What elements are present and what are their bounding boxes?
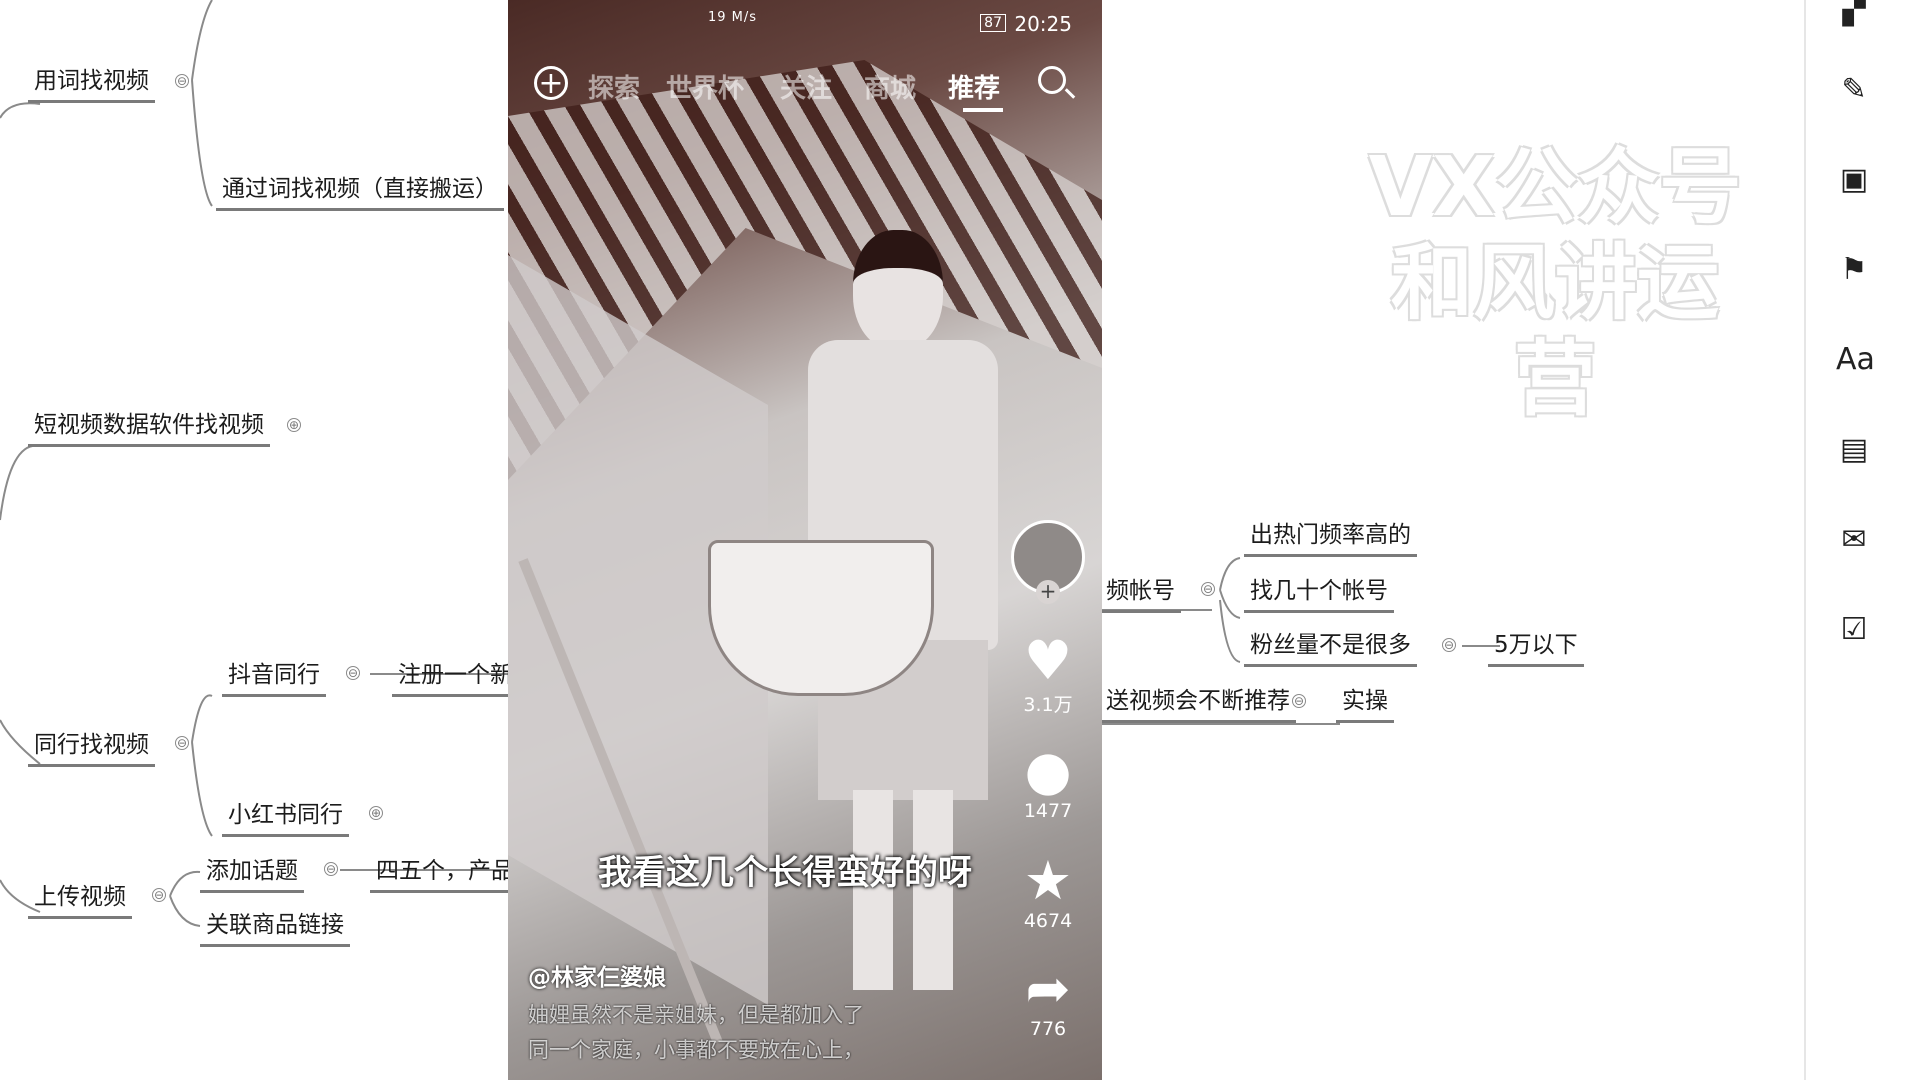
collapse-toggle-icon[interactable]: ⊖ (175, 74, 189, 88)
like-button[interactable]: ♥ 3.1万 (1008, 632, 1088, 717)
task-icon[interactable]: ☑ (1836, 612, 1872, 648)
node-practice[interactable]: 实操 (1336, 686, 1394, 723)
top-navigation: + 探索 世界杯 关注 商城 推荐 (508, 62, 1102, 112)
brush-icon[interactable]: ✎ (1836, 72, 1872, 108)
node-peer-find-video[interactable]: 同行找视频 (28, 730, 155, 767)
layout-icon[interactable]: ▞ (1836, 0, 1872, 28)
node-douyin-peer[interactable]: 抖音同行 (222, 660, 326, 697)
network-speed: 19 M/s (708, 10, 758, 25)
description-line-2: 同一个家庭，小事都不要放在心上， (528, 1038, 864, 1062)
comment-icon[interactable]: ● (1008, 742, 1088, 800)
tab-mall[interactable]: 商城 (864, 68, 916, 105)
collapse-toggle-icon[interactable]: ⊖ (324, 862, 338, 876)
search-icon[interactable] (1038, 66, 1066, 94)
collapse-toggle-icon[interactable]: ⊖ (346, 666, 360, 680)
comment-count: 1477 (1023, 800, 1073, 822)
node-fans-not-many[interactable]: 粉丝量不是很多 (1244, 630, 1417, 667)
collapse-toggle-icon[interactable]: ⊖ (1201, 582, 1215, 596)
watermark-line-1: VX公众号 (1368, 140, 1742, 235)
flag-icon[interactable]: ⚑ (1836, 252, 1872, 288)
tab-recommend[interactable]: 推荐 (948, 68, 1000, 105)
collapse-toggle-icon[interactable]: ⊖ (152, 888, 166, 902)
author-name[interactable]: @林家仨婆娘 (528, 958, 666, 992)
node-find-by-words-direct[interactable]: 通过词找视频（直接搬运） (216, 174, 504, 211)
expand-toggle-icon[interactable]: ⊕ (287, 418, 301, 432)
share-button[interactable]: ➦ 776 (1008, 960, 1088, 1041)
tab-following[interactable]: 关注 (780, 68, 832, 105)
video-description: 妯娌虽然不是亲姐妹，但是都加入了 同一个家庭，小事都不要放在心上， (528, 998, 864, 1068)
node-register-new[interactable]: 注册一个新 (392, 660, 519, 697)
collapse-toggle-icon[interactable]: ⊖ (1442, 638, 1456, 652)
like-count: 3.1万 (1023, 694, 1073, 716)
node-upload-video[interactable]: 上传视频 (28, 882, 132, 919)
watermark-line-2: 和风讲运营 (1390, 236, 1719, 427)
status-bar: 19 M/s 87 20:25 (508, 6, 1102, 40)
active-tab-indicator (963, 108, 1003, 112)
note-icon[interactable]: ▤ (1836, 432, 1872, 468)
comment-bubble-icon[interactable]: ✉ (1836, 522, 1872, 558)
node-link-product[interactable]: 关联商品链接 (200, 910, 350, 947)
status-time: 20:25 (1014, 12, 1072, 36)
comment-button[interactable]: ● 1477 (1008, 742, 1088, 823)
collapse-toggle-icon[interactable]: ⊖ (175, 736, 189, 750)
favorite-count: 4674 (1023, 910, 1073, 932)
heart-icon[interactable]: ♥ (1008, 632, 1088, 690)
laundry-basket (708, 540, 934, 696)
share-count: 776 (1029, 1018, 1067, 1040)
node-xiaohongshu-peer[interactable]: 小红书同行 (222, 800, 349, 837)
node-four-five-products[interactable]: 四五个，产品 (370, 856, 520, 893)
node-find-dozens-accounts[interactable]: 找几十个帐号 (1244, 576, 1394, 613)
node-under-50k[interactable]: 5万以下 (1488, 630, 1584, 667)
video-subtitle: 我看这几个长得蛮好的呀 (598, 853, 972, 893)
collapse-toggle-icon[interactable]: ⊖ (1292, 694, 1306, 708)
phone-screen[interactable]: 19 M/s 87 20:25 + 探索 世界杯 关注 商城 推荐 + ♥ 3.… (508, 0, 1102, 1080)
text-style-icon[interactable]: Aa (1836, 342, 1875, 378)
tab-explore[interactable]: 探索 (588, 68, 640, 105)
watermark: VX公众号 和风讲运营 (1355, 140, 1755, 428)
star-icon[interactable]: ★ (1008, 852, 1088, 910)
share-arrow-icon[interactable]: ➦ (1008, 960, 1088, 1018)
node-video-account[interactable]: 频帐号 (1100, 576, 1181, 613)
description-line-1: 妯娌虽然不是亲姐妹，但是都加入了 (528, 1003, 864, 1027)
node-data-software-find[interactable]: 短视频数据软件找视频 (28, 410, 270, 447)
expand-toggle-icon[interactable]: ⊕ (369, 806, 383, 820)
node-keep-recommend[interactable]: 送视频会不断推荐 (1100, 686, 1296, 723)
plus-icon[interactable]: + (534, 66, 568, 100)
author-avatar[interactable]: + (1008, 520, 1088, 604)
battery-indicator: 87 (980, 14, 1006, 32)
tab-world-cup[interactable]: 世界杯 (666, 68, 744, 105)
favorite-button[interactable]: ★ 4674 (1008, 852, 1088, 933)
node-word-find-video[interactable]: 用词找视频 (28, 66, 155, 103)
right-toolbar: ▞ ✎ ▣ ⚑ Aa ▤ ✉ ☑ (1804, 0, 1910, 1080)
image-icon[interactable]: ▣ (1836, 162, 1872, 198)
node-add-topic[interactable]: 添加话题 (200, 856, 304, 893)
node-hot-rate-high[interactable]: 出热门频率高的 (1244, 520, 1417, 557)
follow-plus-icon[interactable]: + (1036, 580, 1060, 604)
